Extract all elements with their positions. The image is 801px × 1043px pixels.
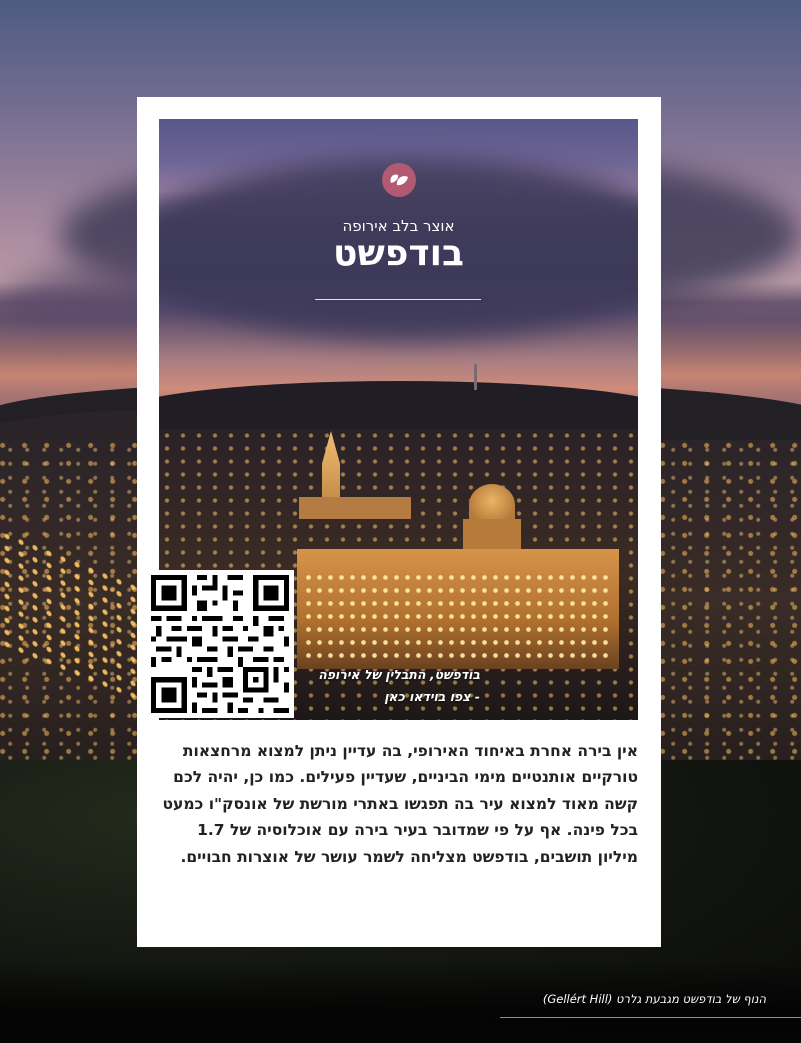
photo-church xyxy=(299,497,411,519)
page-title: בודפשט xyxy=(333,233,464,274)
body-paragraph: אין בירה אחרת באיחוד האירופי, בה עדיין נ… xyxy=(162,742,638,866)
video-caption-title: בודפשט, התבלין של אירופה xyxy=(318,667,480,682)
heart-leaf-icon xyxy=(382,163,416,197)
video-link[interactable]: בודפשט, התבלין של אירופה - צפו בוידאו כא… xyxy=(300,664,480,708)
photo-mast xyxy=(474,364,477,390)
title-divider xyxy=(315,299,481,300)
photo-credit: הנוף של בודפשט מגבעת גלרט (Gellért Hill) xyxy=(542,992,766,1006)
credit-divider xyxy=(500,1017,801,1018)
video-caption-cta: - צפו בוידאו כאן xyxy=(384,689,480,704)
qr-code-icon[interactable] xyxy=(146,570,294,718)
photo-windows xyxy=(303,571,613,661)
photo-dome-base xyxy=(463,519,521,551)
